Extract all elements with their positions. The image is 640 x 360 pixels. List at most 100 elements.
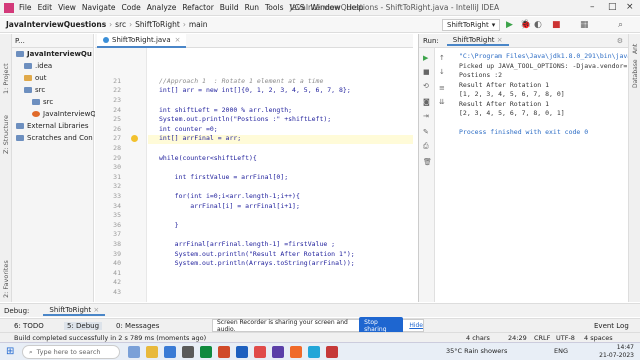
menu-item-view[interactable]: View <box>58 3 76 12</box>
ant-tool-button[interactable]: Ant <box>632 44 639 54</box>
exit-icon[interactable]: ⇥ <box>423 112 429 120</box>
line-separator[interactable]: CRLF <box>534 334 550 342</box>
stop-build-icon[interactable]: ■ <box>552 20 561 30</box>
messages-tab[interactable]: 0: Messages <box>116 322 159 330</box>
windows-start-icon[interactable]: ⊞ <box>6 346 14 357</box>
project-tree-item[interactable]: out <box>24 74 46 82</box>
hide-link[interactable]: Hide <box>409 322 423 329</box>
project-tree-item[interactable]: src <box>32 98 53 106</box>
teams-icon[interactable] <box>272 346 284 358</box>
menu-item-build[interactable]: Build <box>220 3 239 12</box>
structure-tool-button[interactable]: Z: Structure <box>2 115 10 154</box>
taskbar-search[interactable]: ⌕ Type here to search <box>22 345 120 359</box>
code-line[interactable]: System.out.println("Result After Rotatio… <box>159 250 355 258</box>
event-log-tab[interactable]: Event Log <box>594 322 629 330</box>
excel-icon[interactable] <box>200 346 212 358</box>
down-arrow-icon[interactable]: ↓ <box>439 68 445 76</box>
debug-tool-tab[interactable]: 5: Debug <box>64 322 103 330</box>
todo-tab[interactable]: 6: TODO <box>14 322 44 330</box>
camera-icon[interactable]: ◙ <box>423 98 430 106</box>
wrap-icon[interactable]: ≡ <box>439 84 445 92</box>
database-tool-button[interactable]: Database <box>632 59 639 88</box>
run-configuration-select[interactable]: ShiftToRight ▾ <box>442 19 501 31</box>
lightbulb-icon[interactable] <box>131 135 138 142</box>
code-editor[interactable]: ShiftToRight.java × 21 22 23 24 25 26 27 28 29 30 3… <box>95 34 413 302</box>
code-line[interactable]: int[] arr = new int[]{0, 1, 2, 3, 4, 5, … <box>159 86 351 94</box>
code-line[interactable]: } <box>159 221 179 229</box>
close-icon[interactable]: × <box>497 36 503 44</box>
code-line[interactable]: //Approach 1 : Rotate 1 element at a tim… <box>159 77 323 85</box>
breadcrumb-item[interactable]: JavaInterviewQuestions <box>6 20 106 29</box>
print-icon[interactable]: ⎙ <box>423 142 429 151</box>
project-tree-item[interactable]: JavaInterviewQue <box>32 110 105 118</box>
project-tree-item[interactable]: src <box>24 86 45 94</box>
run-tab[interactable]: ShiftToRight × <box>446 36 509 46</box>
recorder-icon[interactable] <box>326 346 338 358</box>
code-line[interactable]: int firstValue = arrFinal[0]; <box>159 173 289 181</box>
pin-icon[interactable]: ✎ <box>423 128 429 136</box>
menu-item-code[interactable]: Code <box>122 3 141 12</box>
favorites-tool-button[interactable]: 2: Favorites <box>2 260 10 298</box>
scroll-end-icon[interactable]: ⇊ <box>439 98 445 106</box>
project-tool-button[interactable]: 1: Project <box>2 63 10 94</box>
minimize-window-icon[interactable]: – <box>590 2 595 12</box>
close-icon[interactable]: × <box>175 36 181 44</box>
up-arrow-icon[interactable]: ↑ <box>439 54 445 62</box>
menu-item-edit[interactable]: Edit <box>38 3 53 12</box>
menu-item-tools[interactable]: Tools <box>265 3 283 12</box>
store-icon[interactable] <box>182 346 194 358</box>
intellij-icon[interactable] <box>290 346 302 358</box>
breadcrumb-item[interactable]: src <box>115 20 126 29</box>
tab-shifttoright-java[interactable]: ShiftToRight.java × <box>97 34 187 48</box>
close-icon[interactable]: × <box>93 306 99 314</box>
code-line[interactable]: arrFinal[arrFinal.length-1] =firstValue … <box>159 240 335 248</box>
project-tree-item[interactable]: External Libraries <box>16 122 89 130</box>
breadcrumb-item[interactable]: main <box>189 20 208 29</box>
code-line[interactable]: int[] arrFinal = arr; <box>159 134 241 142</box>
code-line[interactable]: int counter =0; <box>159 125 218 133</box>
line-number: 21 <box>113 76 121 85</box>
powerpoint-icon[interactable] <box>218 346 230 358</box>
code-line[interactable]: int shiftLeft = 2000 % arr.length; <box>159 106 292 114</box>
edge-icon[interactable] <box>164 346 176 358</box>
project-panel-header[interactable]: P... <box>15 37 25 45</box>
cursor-position[interactable]: 24:29 <box>508 334 527 342</box>
code-line[interactable]: while(counter<shiftLeft){ <box>159 154 257 162</box>
taskbar-clock[interactable]: 14:47 21-07-2023 <box>599 344 634 360</box>
debug-icon[interactable]: 🐞 <box>520 20 531 30</box>
settings-gear-icon[interactable]: ⚙ <box>617 37 623 45</box>
code-line[interactable]: System.out.println(Arrays.toString(arrFi… <box>159 259 355 267</box>
maximize-window-icon[interactable]: □ <box>608 2 617 12</box>
code-line[interactable]: System.out.println("Postions :" +shiftLe… <box>159 115 331 123</box>
rerun-icon[interactable]: ▶ <box>423 54 428 62</box>
project-tree-item[interactable]: .idea <box>24 62 52 70</box>
code-line[interactable]: arrFinal[i] = arrFinal[i+1]; <box>159 202 300 210</box>
close-window-icon[interactable]: × <box>626 2 634 12</box>
coverage-icon[interactable]: ◐ <box>534 20 542 30</box>
weather-widget[interactable]: 35°C Rain showers <box>446 347 507 355</box>
word-icon[interactable] <box>236 346 248 358</box>
stop-icon[interactable]: ■ <box>423 68 430 76</box>
project-tree-item[interactable]: Scratches and Con <box>16 134 93 142</box>
file-explorer-icon[interactable] <box>146 346 158 358</box>
menu-item-analyze[interactable]: Analyze <box>147 3 177 12</box>
project-tree-item[interactable]: JavaInterviewQu <box>16 50 92 58</box>
menu-item-run[interactable]: Run <box>245 3 259 12</box>
menu-item-refactor[interactable]: Refactor <box>182 3 213 12</box>
chrome-icon[interactable] <box>254 346 266 358</box>
restore-layout-icon[interactable]: ⟲ <box>423 82 429 90</box>
run-icon[interactable]: ▶ <box>506 20 513 30</box>
project-structure-icon[interactable]: ▦ <box>580 20 589 30</box>
task-view-icon[interactable] <box>128 346 140 358</box>
code-line[interactable]: for(int i=0;i<arr.length-1;i++){ <box>159 192 300 200</box>
outlook-icon[interactable] <box>308 346 320 358</box>
language-indicator[interactable]: ENG <box>554 347 568 355</box>
file-encoding[interactable]: UTF-8 <box>556 334 575 342</box>
breadcrumb-item[interactable]: ShiftToRight <box>135 20 180 29</box>
menu-item-navigate[interactable]: Navigate <box>82 3 116 12</box>
delete-icon[interactable]: 🗑 <box>423 158 432 166</box>
menu-item-file[interactable]: File <box>19 3 32 12</box>
indent-setting[interactable]: 4 spaces <box>584 334 613 342</box>
search-everywhere-icon[interactable]: ⌕ <box>618 20 623 30</box>
debug-tab[interactable]: ShiftToRight × <box>43 306 106 316</box>
